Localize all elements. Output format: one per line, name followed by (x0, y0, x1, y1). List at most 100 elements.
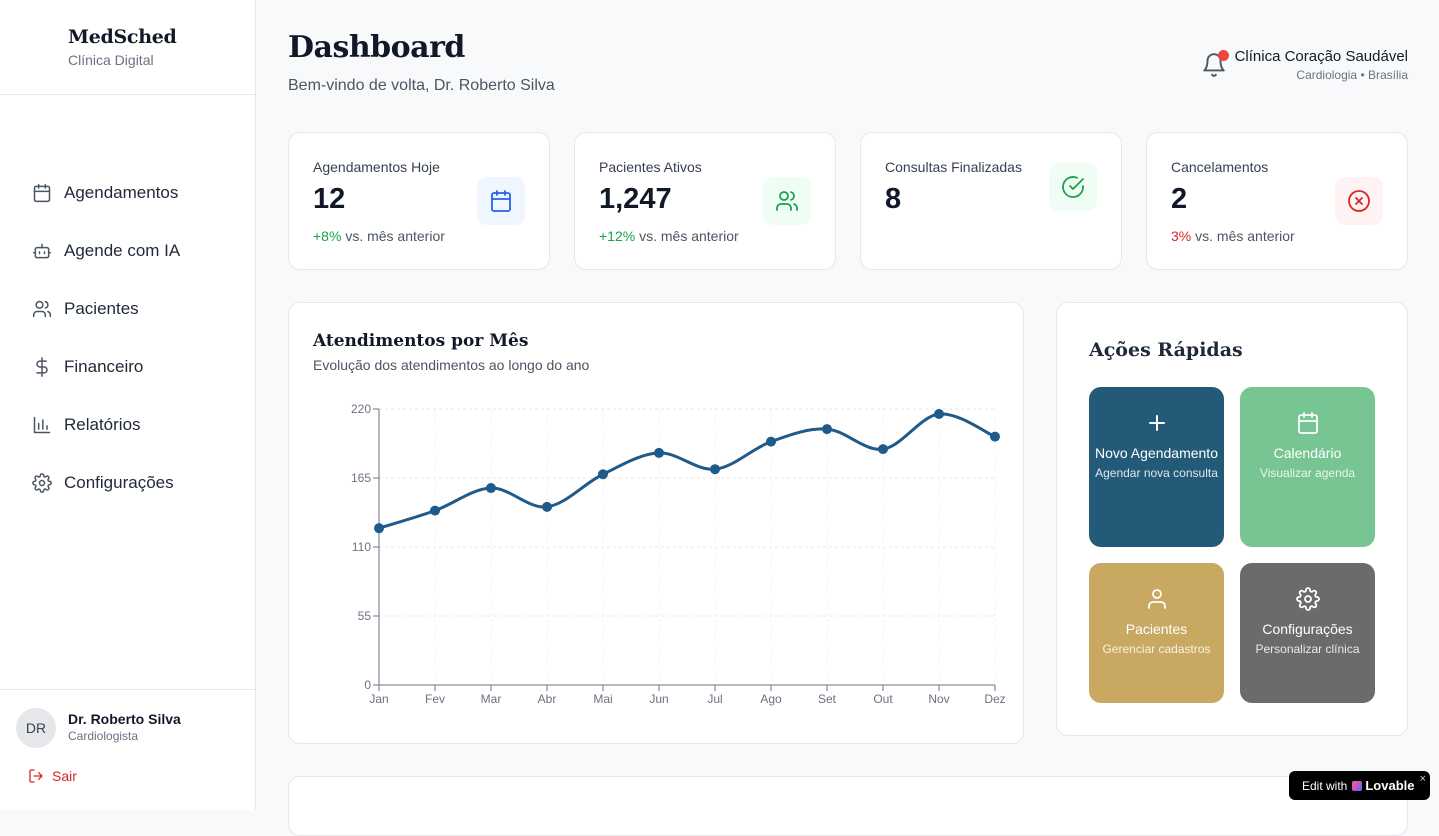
clinic-specialty: Cardiologia • Brasília (1296, 68, 1408, 82)
check-circle-icon (1049, 163, 1097, 211)
stat-label: Agendamentos Hoje (313, 159, 440, 175)
data-point (374, 523, 384, 534)
data-point (766, 436, 776, 447)
quick-actions-card: Ações Rápidas Novo Agendamento Agendar n… (1056, 302, 1408, 736)
sidebar-item-configuracoes[interactable]: Configurações (0, 454, 255, 512)
stat-change: 3% vs. mês anterior (1171, 228, 1295, 244)
quick-action-subtitle: Gerenciar cadastros (1102, 642, 1211, 656)
x-tick-label: Jul (707, 692, 722, 706)
line-chart: 0 55 110 165 220 Jan Fev Mar Abr Mai Jun Jul Ago Set O… (351, 402, 1006, 706)
user-icon (1089, 587, 1224, 611)
logout-button[interactable]: Sair (28, 768, 77, 784)
x-tick-label: Mar (481, 692, 502, 706)
user-profile: DR Dr. Roberto Silva Cardiologista Sair (0, 689, 255, 810)
dollar-icon (32, 357, 52, 377)
quick-action-title: Configurações (1262, 621, 1353, 637)
stat-value: 1,247 (599, 183, 672, 215)
sidebar-item-financeiro[interactable]: Financeiro (0, 338, 255, 396)
stat-change-text: vs. mês anterior (1195, 228, 1295, 244)
patients-button[interactable]: Pacientes Gerenciar cadastros (1089, 563, 1224, 703)
calendar-icon (1240, 411, 1375, 435)
quick-action-subtitle: Agendar nova consulta (1095, 466, 1218, 480)
stat-label: Pacientes Ativos (599, 159, 702, 175)
quick-action-subtitle: Visualizar agenda (1259, 466, 1356, 480)
bar-chart-icon (32, 415, 52, 435)
brand-name: MedSched (68, 26, 177, 48)
settings-button[interactable]: Configurações Personalizar clínica (1240, 563, 1375, 703)
gear-icon (32, 473, 52, 493)
users-icon (32, 299, 52, 319)
stat-change-value: +12% (599, 228, 636, 244)
chart-card: Atendimentos por Mês Evolução dos atendi… (288, 302, 1024, 744)
close-icon[interactable]: × (1420, 773, 1426, 785)
y-tick-label: 165 (351, 471, 371, 485)
clinic-name: Clínica Coração Saudável (1234, 48, 1408, 65)
stat-card-agendamentos: Agendamentos Hoje 12 +8% vs. mês anterio… (288, 132, 550, 270)
sidebar-item-label: Configurações (64, 473, 174, 492)
stat-card-pacientes: Pacientes Ativos 1,247 +12% vs. mês ante… (574, 132, 836, 270)
x-tick-label: Abr (538, 692, 557, 706)
page-title: Dashboard (288, 30, 465, 65)
edit-with-lovable-badge[interactable]: Edit with Lovable × (1289, 771, 1430, 800)
x-circle-icon (1335, 177, 1383, 225)
badge-brand: Lovable (1352, 778, 1414, 793)
sidebar-item-label: Pacientes (64, 299, 139, 318)
x-tick-label: Ago (760, 692, 782, 706)
robot-icon (32, 241, 52, 261)
sidebar-item-pacientes[interactable]: Pacientes (0, 280, 255, 338)
stat-change-text: vs. mês anterior (639, 228, 739, 244)
y-tick-label: 55 (358, 609, 372, 623)
stat-value: 12 (313, 183, 346, 215)
data-point (542, 501, 552, 512)
x-tick-label: Jun (649, 692, 668, 706)
badge-prefix: Edit with (1302, 778, 1348, 793)
y-tick-label: 220 (351, 402, 371, 416)
stat-value: 2 (1171, 183, 1188, 215)
y-tick-label: 110 (352, 540, 371, 554)
x-tick-label: Dez (984, 692, 1005, 706)
quick-action-title: Calendário (1273, 445, 1342, 461)
y-tick-label: 0 (364, 678, 371, 692)
x-tick-label: Mai (593, 692, 612, 706)
sidebar-item-label: Relatórios (64, 415, 141, 434)
quick-action-subtitle: Personalizar clínica (1255, 642, 1360, 656)
plus-icon (1089, 411, 1224, 435)
stat-change-text: vs. mês anterior (345, 228, 445, 244)
gear-icon (1240, 587, 1375, 611)
x-tick-label: Nov (928, 692, 949, 706)
user-role: Cardiologista (68, 729, 139, 743)
sidebar: MedSched Clínica Digital Agendamentos Ag… (0, 0, 256, 810)
data-point (486, 483, 496, 494)
calendar-button[interactable]: Calendário Visualizar agenda (1240, 387, 1375, 547)
avatar: DR (16, 708, 56, 748)
sidebar-nav: Agendamentos Agende com IA Pacientes Fin… (0, 164, 255, 512)
stat-change-value: 3% (1171, 228, 1192, 244)
calendar-icon (32, 183, 52, 203)
new-appointment-button[interactable]: Novo Agendamento Agendar nova consulta (1089, 387, 1224, 547)
x-tick-label: Set (818, 692, 837, 706)
logout-label: Sair (52, 768, 77, 784)
notification-dot (1218, 50, 1229, 61)
user-name: Dr. Roberto Silva (68, 711, 181, 727)
quick-action-title: Novo Agendamento (1095, 445, 1218, 461)
sidebar-item-agendamentos[interactable]: Agendamentos (0, 164, 255, 222)
stat-change: +12% vs. mês anterior (599, 228, 739, 244)
users-icon (763, 177, 811, 225)
stat-card-cancelamentos: Cancelamentos 2 3% vs. mês anterior (1146, 132, 1408, 270)
bottom-card (288, 776, 1408, 836)
series-line (378, 412, 996, 530)
badge-brand-label: Lovable (1365, 778, 1415, 793)
stat-change-value: +8% (313, 228, 342, 244)
sidebar-item-agende-ia[interactable]: Agende com IA (0, 222, 255, 280)
quick-action-title: Pacientes (1125, 621, 1188, 637)
sidebar-item-label: Agende com IA (64, 241, 181, 260)
sidebar-item-relatorios[interactable]: Relatórios (0, 396, 255, 454)
data-point (822, 424, 832, 435)
calendar-icon (477, 177, 525, 225)
stat-value: 8 (885, 183, 902, 215)
sidebar-item-label: Financeiro (64, 357, 144, 376)
stat-card-consultas: Consultas Finalizadas 8 (860, 132, 1122, 270)
data-point (878, 444, 888, 455)
data-point (430, 505, 440, 516)
x-tick-label: Jan (369, 692, 388, 706)
